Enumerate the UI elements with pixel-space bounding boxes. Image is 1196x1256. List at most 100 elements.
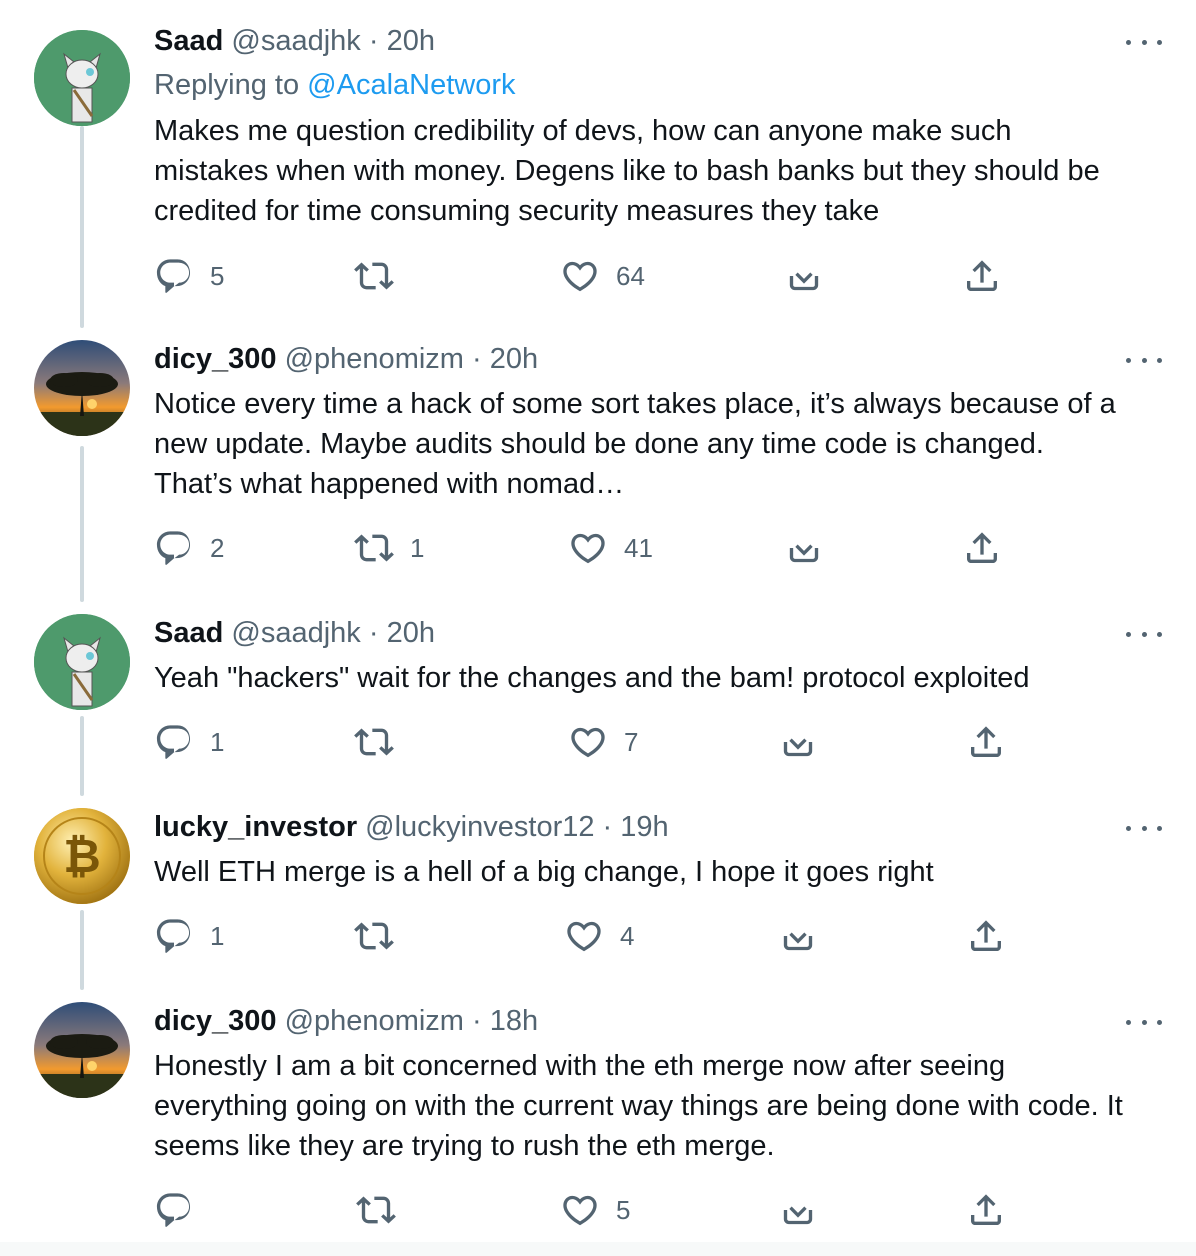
user-handle[interactable]: @phenomizm [285,343,464,375]
share-icon [966,722,1006,762]
download-icon [784,256,824,296]
share-button[interactable] [962,256,1002,296]
download-button[interactable] [778,722,818,762]
like-count: 7 [624,726,639,757]
retweet-icon [354,256,394,296]
tweet-actions: 1 7 [154,722,1014,762]
tweet-header: lucky_investor @luckyinvestor12 · 19h [154,806,669,848]
display-name[interactable]: dicy_300 [154,1005,277,1037]
separator-dot: · [472,1005,482,1037]
reply-icon [154,528,194,568]
retweet-button[interactable]: 1 [354,528,424,568]
timestamp[interactable]: 20h [490,343,538,375]
tweet-header: Saad @saadjhk · 20h [154,20,435,62]
user-handle[interactable]: @phenomizm [285,1005,464,1037]
like-count: 4 [620,920,635,951]
mention-link[interactable]: @AcalaNetwork [307,69,515,101]
like-button[interactable]: 41 [568,528,653,568]
reply-button[interactable] [154,1190,210,1230]
reply-button[interactable]: 1 [154,722,224,762]
heart-icon [560,1190,600,1230]
tweet-text: Yeah "hackers" wait for the changes and … [154,662,1030,694]
avatar[interactable] [34,30,130,126]
tweet-actions: 5 [154,1190,1014,1230]
like-button[interactable]: 7 [568,722,638,762]
retweet-button[interactable] [354,722,410,762]
like-button[interactable]: 64 [560,256,645,296]
retweet-button[interactable] [354,256,410,296]
reply-icon [154,916,194,956]
separator-dot: · [368,617,379,649]
like-button[interactable]: 4 [564,916,634,956]
heart-icon [560,256,600,296]
download-button[interactable] [784,528,824,568]
download-button[interactable] [778,916,818,956]
timestamp[interactable]: 18h [490,1005,538,1037]
tweet[interactable]: Saad @saadjhk · 20h Yeah "hackers" wait … [0,612,1196,782]
share-button[interactable] [966,916,1006,956]
bitcoin-icon: ₿ [34,808,130,904]
retweet-icon [354,528,394,568]
tweet-text: Honestly I am a bit concerned with the e… [154,1050,1123,1162]
separator-dot: · [472,343,482,375]
avatar[interactable] [34,1002,130,1098]
download-button[interactable] [784,256,824,296]
avatar-image [34,340,130,436]
replying-prefix: Replying to [154,69,308,101]
retweet-button[interactable] [354,916,410,956]
tweet-header: dicy_300 @phenomizm · 20h [154,338,538,380]
user-handle[interactable]: @luckyinvestor12 [365,811,594,843]
share-icon [962,528,1002,568]
reply-count: 2 [210,532,225,563]
share-icon [966,916,1006,956]
like-button[interactable]: 5 [560,1190,630,1230]
download-icon [784,528,824,568]
reply-button[interactable]: 5 [154,256,224,296]
share-button[interactable] [966,1190,1006,1230]
timestamp[interactable]: 20h [387,25,435,57]
more-icon[interactable] [1126,624,1162,644]
download-button[interactable] [778,1190,818,1230]
like-count: 5 [616,1194,631,1225]
more-icon[interactable] [1126,32,1162,52]
avatar[interactable] [34,340,130,436]
retweet-button[interactable] [356,1190,412,1230]
tweet-actions: 1 4 [154,916,1014,956]
more-icon[interactable] [1126,1012,1162,1032]
timestamp[interactable]: 19h [620,811,668,843]
download-icon [778,722,818,762]
timestamp[interactable]: 20h [387,617,435,649]
display-name[interactable]: Saad [154,25,223,57]
avatar-image [34,614,130,710]
reply-button[interactable]: 1 [154,916,224,956]
more-icon[interactable] [1126,350,1162,370]
user-handle[interactable]: @saadjhk [231,617,360,649]
tweet-text: Well ETH merge is a hell of a big change… [154,856,934,888]
display-name[interactable]: dicy_300 [154,343,277,375]
user-handle[interactable]: @saadjhk [231,25,360,57]
avatar[interactable] [34,614,130,710]
display-name[interactable]: lucky_investor [154,811,357,843]
separator-dot: · [602,811,613,843]
heart-icon [568,722,608,762]
display-name[interactable]: Saad [154,617,223,649]
tweet-text: Makes me question credibility of devs, h… [154,115,1100,227]
avatar-image [34,30,130,126]
reply-icon [154,1190,194,1230]
reply-button[interactable]: 2 [154,528,224,568]
share-button[interactable] [962,528,1002,568]
share-button[interactable] [966,722,1006,762]
tweet[interactable]: dicy_300 @phenomizm · 20h Notice every t… [0,338,1196,588]
more-icon[interactable] [1126,818,1162,838]
tweet[interactable]: dicy_300 @phenomizm · 18h Honestly I am … [0,1000,1196,1240]
avatar[interactable]: ₿ [34,808,130,904]
tweet[interactable]: ₿ lucky_investor @luckyinvestor12 · 19h … [0,806,1196,976]
tweet-text: Notice every time a hack of some sort ta… [154,388,1116,500]
tweet[interactable]: Saad @saadjhk · 20h Replying to @AcalaNe… [0,20,1196,320]
tweet-actions: 2 1 41 [154,528,1014,568]
reply-icon [154,722,194,762]
reply-icon [154,256,194,296]
share-icon [966,1190,1006,1230]
retweet-icon [354,916,394,956]
reply-count: 1 [210,726,225,757]
